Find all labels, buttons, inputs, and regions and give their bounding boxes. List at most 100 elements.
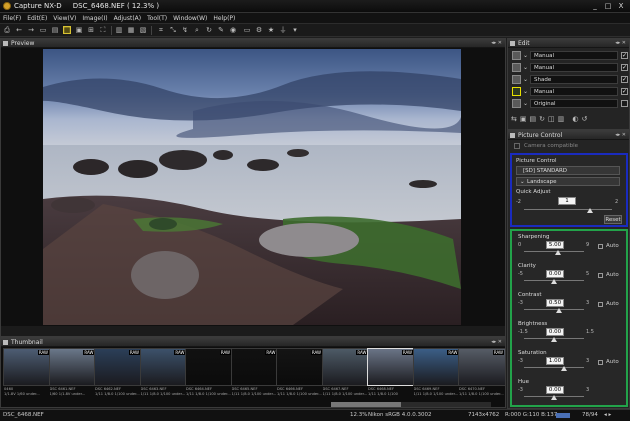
auto-checkbox[interactable] [598, 360, 603, 365]
param-slider-handle[interactable] [554, 250, 561, 255]
edit-step-value[interactable]: Manual [530, 87, 618, 96]
thumbnail-item[interactable]: RAW DSC 6465.NEF 1/11 1/8.0 1/100 under... [230, 348, 279, 398]
thumbnail-image[interactable]: RAW [412, 348, 461, 386]
menu-window[interactable]: Window(W) [173, 13, 207, 23]
reset-button[interactable]: Reset [604, 215, 622, 224]
status-nav-icon[interactable]: ◂ ▸ [604, 410, 611, 421]
chevron-down-icon[interactable]: ⌄ [523, 52, 528, 59]
edit-step-checkbox[interactable]: ✓ [621, 64, 628, 71]
straighten-icon[interactable]: ⤡ [169, 26, 177, 34]
edit-step-row[interactable]: ⌄ Manual ✓ [510, 62, 628, 73]
edit-step-value[interactable]: Original [530, 99, 618, 108]
thumbnail-scroll-thumb[interactable] [331, 402, 401, 407]
menu-view[interactable]: View(V) [53, 13, 76, 23]
minimize-button[interactable]: _ [590, 1, 600, 11]
auto-checkbox[interactable] [598, 273, 603, 278]
zoom-bar[interactable] [556, 413, 570, 418]
thumbnail-item[interactable]: RAW DSC 6469.NEF 1/11 1/8.0 1/100 under... [412, 348, 461, 398]
param-value[interactable]: 1.00 [546, 357, 564, 365]
edit-step-row[interactable]: ⌄ Shade ✓ [510, 74, 628, 85]
param-slider-handle[interactable] [551, 337, 557, 342]
print-icon[interactable]: ⎙ [3, 26, 11, 34]
camera-compatible-checkbox[interactable] [514, 143, 520, 149]
menu-help[interactable]: Help(P) [213, 13, 235, 23]
filter-icon[interactable]: ⏚ [279, 26, 287, 34]
chevron-down-icon[interactable]: ⌄ [523, 88, 528, 95]
hand-icon[interactable]: ↯ [181, 26, 189, 34]
preview-scrollbar[interactable] [1, 326, 505, 336]
thumbnail-image[interactable]: RAW [458, 348, 506, 386]
open-folder-icon[interactable]: ▭ [39, 26, 47, 34]
edit-step-row[interactable]: ⌄ Manual ✓ [510, 50, 628, 61]
quick-adjust-handle[interactable] [587, 208, 593, 213]
thumbnail-image[interactable]: RAW [276, 348, 324, 386]
preview-image[interactable] [43, 49, 461, 325]
thumbnail-item[interactable]: RAW DSC 6461.NEF 1/60 1/1.8V under... [48, 348, 97, 398]
thumbnail-item[interactable]: RAW DSC 6468.NEF 1/11 1/8.0 1/100 [367, 348, 415, 398]
edit-tool-icons[interactable]: ⇆▣▤↻◫▥ ◐↺ [511, 115, 627, 127]
retouch-icon[interactable]: ✎ [217, 26, 225, 34]
param-value[interactable]: 5.00 [546, 241, 564, 249]
panel-controls-icon[interactable]: ◂▸ ✕ [615, 39, 626, 48]
menu-tool[interactable]: Tool(T) [147, 13, 167, 23]
auto-checkbox[interactable] [598, 302, 603, 307]
panel-controls-icon[interactable]: ◂▸ ✕ [491, 39, 502, 48]
edit-step-icon[interactable] [512, 99, 521, 108]
chevron-down-icon[interactable]: ⌄ [523, 64, 528, 71]
param-value[interactable]: 0.00 [546, 328, 564, 336]
settings-icon[interactable]: ⚙ [255, 26, 263, 34]
browser-icon[interactable]: ▤ [51, 26, 59, 34]
thumbnail-item[interactable]: RAW DSC 6463.NEF 1/11 1/8.0 1/100 under... [139, 348, 188, 398]
compare-icon[interactable]: ⊞ [87, 26, 95, 34]
edit-step-value[interactable]: Manual [530, 51, 618, 60]
close-button[interactable]: X [616, 1, 626, 11]
edit-step-value[interactable]: Shade [530, 75, 618, 84]
param-value[interactable]: 0.00 [546, 270, 564, 278]
thumbnail-item[interactable]: RAW DSC 6470.NEF 1/11 1/8.0 1/100 under... [458, 348, 506, 398]
layout-3-icon[interactable]: ▧ [139, 26, 147, 34]
color-point-icon[interactable]: ◉ [229, 26, 237, 34]
back-icon[interactable]: ← [15, 26, 23, 34]
monitor-icon[interactable]: ▭ [243, 26, 251, 34]
thumbnail-image[interactable]: RAW [321, 348, 370, 386]
thumbnail-image[interactable]: RAW [3, 348, 51, 386]
picture-control-select[interactable]: [SD] STANDARD [516, 166, 620, 175]
forward-icon[interactable]: → [27, 26, 35, 34]
thumbnail-item[interactable]: RAW 0460 1/1.8V 1/60 under... [3, 348, 51, 398]
thumbnail-item[interactable]: RAW DSC 6467.NEF 1/11 1/8.0 1/100 under... [321, 348, 370, 398]
thumbnail-image[interactable]: RAW [139, 348, 188, 386]
fullscreen-icon[interactable]: ⛶ [99, 26, 107, 34]
param-value[interactable]: 0.50 [546, 299, 564, 307]
menu-adjust[interactable]: Adjust(A) [114, 13, 142, 23]
param-slider-handle[interactable] [561, 366, 568, 371]
panel-controls-icon[interactable]: ◂▸ ✕ [615, 131, 626, 140]
edit-step-checkbox[interactable]: ✓ [621, 76, 628, 83]
menu-file[interactable]: File(F) [3, 13, 21, 23]
thumbnail-image[interactable]: RAW [48, 348, 97, 386]
edit-step-icon[interactable] [512, 87, 521, 96]
thumbnail-image[interactable]: RAW [230, 348, 279, 386]
edit-step-row[interactable]: ⌄ Manual ✓ [510, 86, 628, 97]
thumbnail-item[interactable]: RAW DSC 6466.NEF 1/11 1/8.0 1/100 under... [276, 348, 324, 398]
menu-edit[interactable]: Edit(E) [27, 13, 47, 23]
thumbnail-item[interactable]: RAW DSC 6462.NEF 1/11 1/8.0 1/100 under... [94, 348, 142, 398]
param-slider-handle[interactable] [551, 395, 557, 400]
param-slider-handle[interactable] [551, 279, 557, 284]
thumbnail-item[interactable]: RAW DSC 6464.NEF 1/11 1/8.0 1/100 under... [185, 348, 233, 398]
base-picture-control-select[interactable]: ⌄ Landscape [516, 177, 620, 186]
rotate-icon[interactable]: ↻ [205, 26, 213, 34]
layout-2-icon[interactable]: ▦ [127, 26, 135, 34]
chevron-down-icon[interactable]: ⌄ [523, 100, 528, 107]
edit-step-row[interactable]: ⌄ Original [510, 98, 628, 109]
quick-adjust-slider[interactable] [524, 209, 612, 210]
menu-image[interactable]: Image(I) [82, 13, 107, 23]
maximize-button[interactable]: □ [603, 1, 613, 11]
edit-step-icon[interactable] [512, 63, 521, 72]
edit-step-icon[interactable] [512, 75, 521, 84]
param-slider[interactable] [524, 367, 584, 368]
edit-step-checkbox[interactable]: ✓ [621, 52, 628, 59]
param-slider[interactable] [524, 309, 584, 310]
auto-checkbox[interactable] [598, 244, 603, 249]
crop-icon[interactable]: ⌗ [157, 26, 165, 34]
edit-step-icon[interactable] [512, 51, 521, 60]
